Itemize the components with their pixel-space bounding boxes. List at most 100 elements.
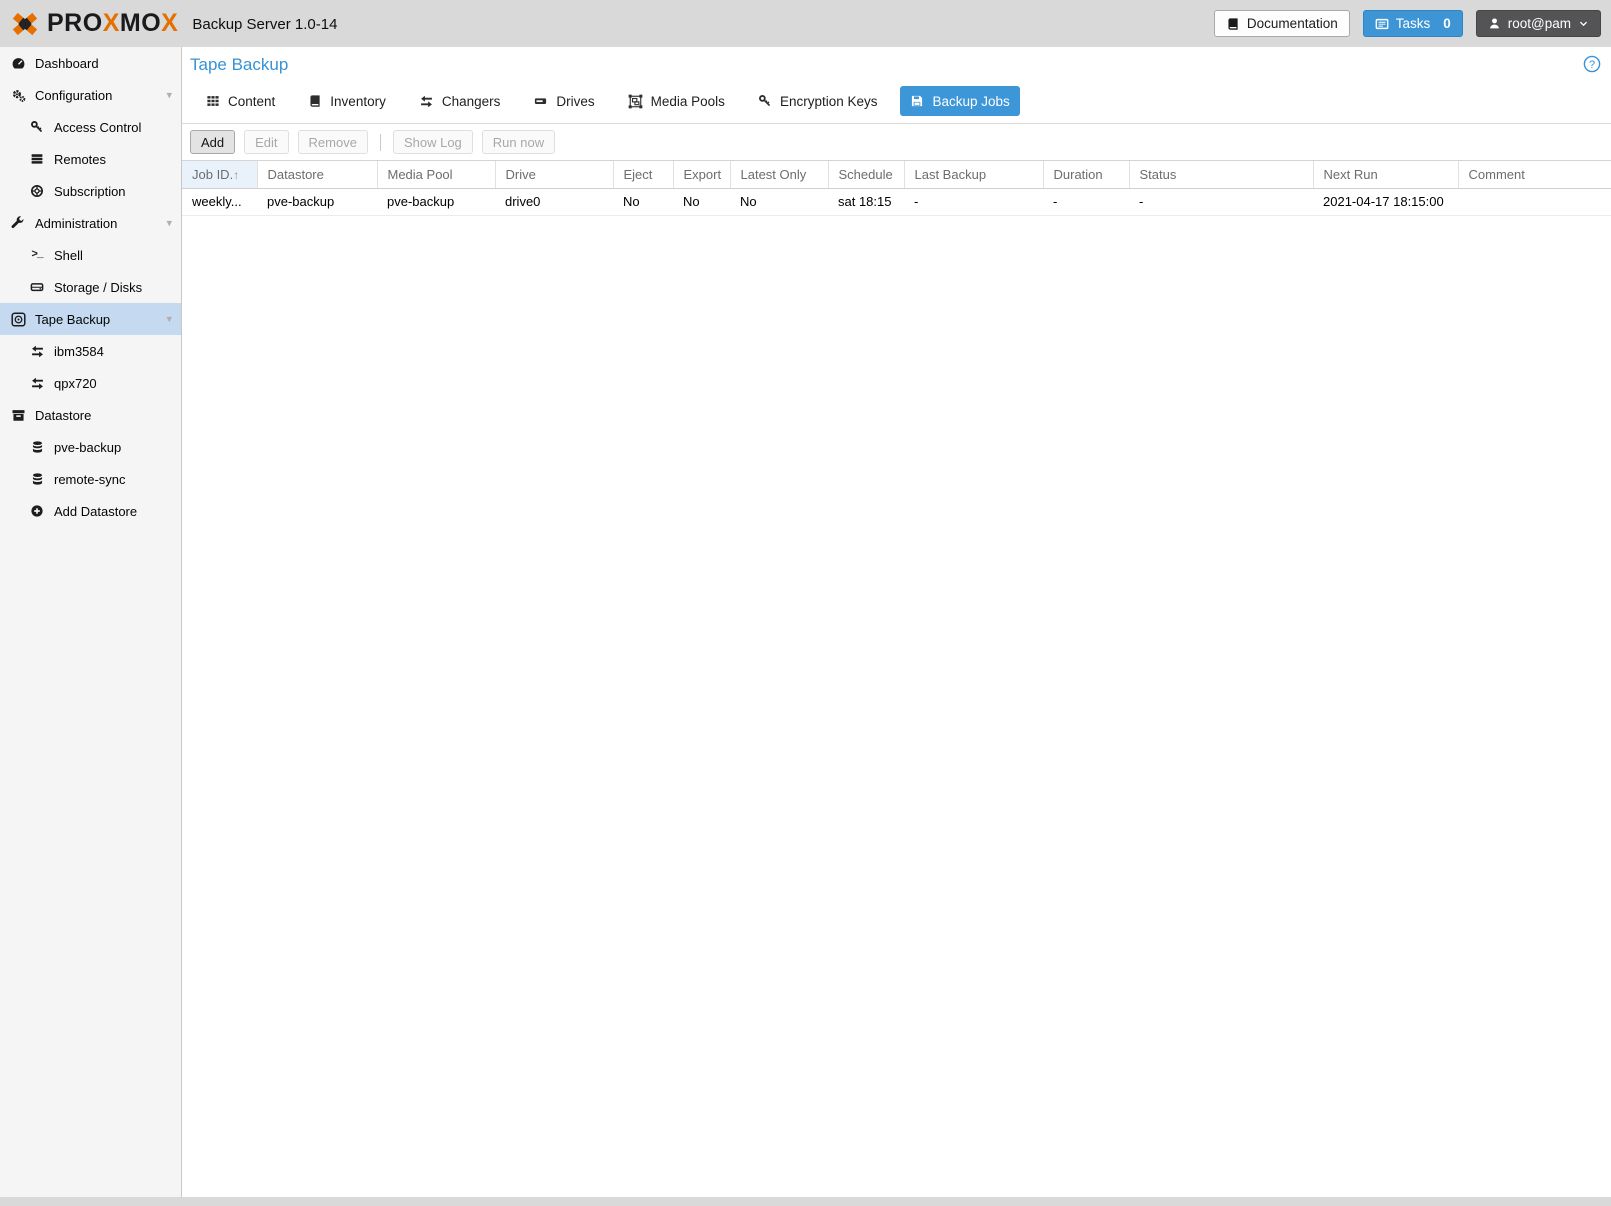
grid-toolbar: Add Edit Remove Show Log Run now <box>182 124 1611 161</box>
tab-inventory[interactable]: Inventory <box>298 86 396 116</box>
top-bar: PROXMOX Backup Server 1.0-14 Documentati… <box>0 0 1611 47</box>
tasks-button[interactable]: Tasks 0 <box>1362 10 1463 37</box>
backup-jobs-grid: Job ID.↑ Datastore Media Pool Drive Ejec… <box>182 161 1611 1197</box>
life-ring-icon <box>29 184 45 198</box>
dashboard-icon <box>10 56 26 71</box>
archive-icon <box>10 408 26 423</box>
cell-schedule: sat 18:15 <box>828 188 904 216</box>
cell-latest-only: No <box>730 188 828 216</box>
cell-media-pool: pve-backup <box>377 188 495 216</box>
book-icon <box>1226 17 1240 31</box>
page-title: Tape Backup <box>190 55 289 74</box>
tab-encryption-keys[interactable]: Encryption Keys <box>748 86 888 116</box>
remove-button[interactable]: Remove <box>297 130 368 154</box>
user-menu-button[interactable]: root@pam <box>1475 10 1601 37</box>
sidebar-item-storage-disks[interactable]: Storage / Disks <box>0 271 181 303</box>
key-icon <box>29 120 45 134</box>
column-header-datastore[interactable]: Datastore <box>257 161 378 189</box>
grid-header-row: Job ID.↑ Datastore Media Pool Drive Ejec… <box>182 161 1611 189</box>
run-now-button[interactable]: Run now <box>481 130 556 154</box>
sidebar: Dashboard Configuration ▾ Access Control… <box>0 47 182 1197</box>
documentation-button[interactable]: Documentation <box>1213 10 1350 37</box>
app-window: PROXMOX Backup Server 1.0-14 Documentati… <box>0 0 1611 1206</box>
toolbar-separator <box>379 133 381 151</box>
tab-drives[interactable]: Drives <box>523 86 604 116</box>
column-header-media-pool[interactable]: Media Pool <box>377 161 496 189</box>
column-header-job-id[interactable]: Job ID.↑ <box>182 161 258 189</box>
object-group-icon <box>628 94 643 109</box>
exchange-icon <box>29 344 45 359</box>
sort-asc-icon: ↑ <box>233 167 240 182</box>
tab-changers[interactable]: Changers <box>409 86 511 116</box>
proxmox-brand: PROXMOX <box>10 9 178 39</box>
user-icon <box>1488 17 1501 30</box>
cell-export: No <box>673 188 730 216</box>
cell-drive: drive0 <box>495 188 613 216</box>
tape-icon <box>10 311 26 327</box>
topbar-actions: Documentation Tasks 0 root@pam <box>1213 10 1601 37</box>
sidebar-item-ibm3584[interactable]: ibm3584 <box>0 335 181 367</box>
sidebar-item-configuration[interactable]: Configuration ▾ <box>0 79 181 111</box>
column-header-schedule[interactable]: Schedule <box>828 161 905 189</box>
brand-wordmark: PROXMOX <box>47 9 179 37</box>
column-header-comment[interactable]: Comment <box>1458 161 1611 189</box>
floppy-icon <box>910 94 924 108</box>
sidebar-item-subscription[interactable]: Subscription <box>0 175 181 207</box>
cell-eject: No <box>613 188 673 216</box>
table-row[interactable]: weekly... pve-backup pve-backup drive0 N… <box>182 188 1611 216</box>
svg-text:?: ? <box>1589 59 1595 71</box>
column-header-export[interactable]: Export <box>673 161 731 189</box>
tab-backup-jobs[interactable]: Backup Jobs <box>900 86 1020 116</box>
column-header-drive[interactable]: Drive <box>495 161 614 189</box>
cell-datastore: pve-backup <box>257 188 377 216</box>
sidebar-item-qpx720[interactable]: qpx720 <box>0 367 181 399</box>
proxmox-logo <box>12 12 38 35</box>
exchange-icon <box>419 94 434 109</box>
exchange-icon <box>29 376 45 391</box>
hdd-icon <box>29 280 45 294</box>
window-bottom-strip <box>0 1197 1611 1206</box>
sidebar-item-remotes[interactable]: Remotes <box>0 143 181 175</box>
column-header-duration[interactable]: Duration <box>1043 161 1130 189</box>
column-header-status[interactable]: Status <box>1129 161 1314 189</box>
chevron-down-icon[interactable]: ▾ <box>166 217 172 230</box>
tasks-list-icon <box>1375 17 1389 31</box>
column-header-eject[interactable]: Eject <box>613 161 674 189</box>
column-header-next-run[interactable]: Next Run <box>1313 161 1459 189</box>
sidebar-item-datastore[interactable]: Datastore <box>0 399 181 431</box>
cell-duration: - <box>1043 188 1129 216</box>
add-button[interactable]: Add <box>190 130 236 154</box>
cell-job-id: weekly... <box>182 188 257 216</box>
sidebar-item-access-control[interactable]: Access Control <box>0 111 181 143</box>
sidebar-item-add-datastore[interactable]: Add Datastore <box>0 495 181 527</box>
sidebar-item-remote-sync[interactable]: remote-sync <box>0 463 181 495</box>
help-circle-icon[interactable]: ? <box>1583 55 1601 76</box>
server-list-icon <box>29 152 45 166</box>
tab-media-pools[interactable]: Media Pools <box>618 86 735 116</box>
key-icon <box>758 94 772 108</box>
drive-icon <box>533 94 548 108</box>
sidebar-item-dashboard[interactable]: Dashboard <box>0 47 181 79</box>
edit-button[interactable]: Edit <box>244 130 289 154</box>
terminal-icon: >_ <box>31 249 43 261</box>
tab-content[interactable]: Content <box>196 86 285 116</box>
column-header-last-backup[interactable]: Last Backup <box>904 161 1044 189</box>
sidebar-item-pve-backup[interactable]: pve-backup <box>0 431 181 463</box>
book-icon <box>308 94 322 108</box>
cell-comment <box>1458 188 1611 216</box>
show-log-button[interactable]: Show Log <box>392 130 473 154</box>
sidebar-item-administration[interactable]: Administration ▾ <box>0 207 181 239</box>
tasks-count-badge: 0 <box>1443 16 1451 31</box>
chevron-down-icon <box>1578 18 1589 29</box>
column-header-latest-only[interactable]: Latest Only <box>730 161 829 189</box>
chevron-down-icon[interactable]: ▾ <box>166 313 172 326</box>
sidebar-item-shell[interactable]: >_ Shell <box>0 239 181 271</box>
sidebar-item-tape-backup[interactable]: Tape Backup ▾ <box>0 303 181 335</box>
app-version-title: Backup Server 1.0-14 <box>192 16 338 33</box>
tab-bar: Content Inventory Changers Drives Media … <box>188 86 1601 116</box>
cell-status: - <box>1129 188 1313 216</box>
grid-icon <box>206 94 220 108</box>
chevron-down-icon[interactable]: ▾ <box>166 89 172 102</box>
cell-last-backup: - <box>904 188 1043 216</box>
plus-circle-icon <box>29 504 45 518</box>
